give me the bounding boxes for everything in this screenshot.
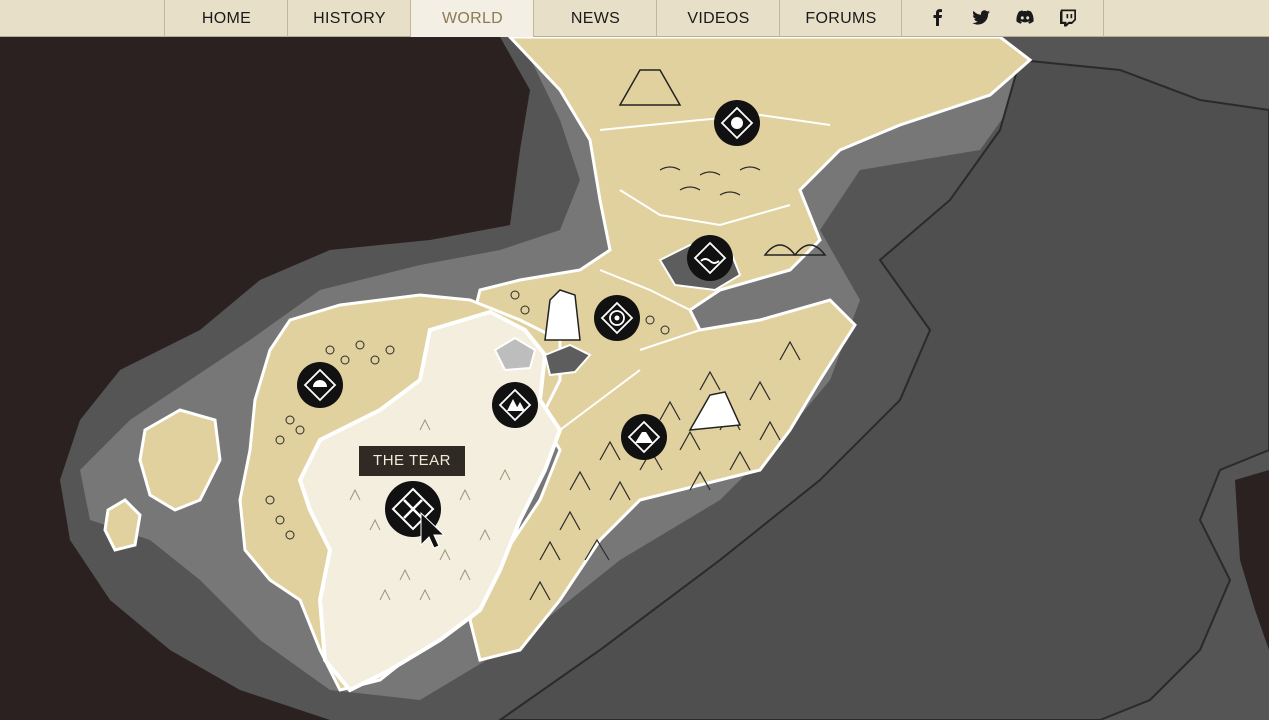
sun-marker[interactable] <box>297 362 343 408</box>
nav-forums[interactable]: FORUMS <box>779 0 902 37</box>
nav-history[interactable]: HISTORY <box>287 0 411 37</box>
social-links <box>901 0 1104 37</box>
mountain-marker[interactable] <box>492 382 538 428</box>
world-map[interactable] <box>0 0 1269 720</box>
twitch-icon[interactable] <box>1057 8 1079 28</box>
target-marker[interactable] <box>594 295 640 341</box>
nav-world[interactable]: WORLD <box>410 0 534 37</box>
top-navigation: HOME HISTORY WORLD NEWS VIDEOS FORUMS <box>0 0 1269 37</box>
wave-marker[interactable] <box>687 235 733 281</box>
diamond-dot-marker[interactable] <box>714 100 760 146</box>
discord-icon[interactable] <box>1014 8 1036 28</box>
nav-home[interactable]: HOME <box>164 0 288 37</box>
nav-videos[interactable]: VIDEOS <box>656 0 780 37</box>
location-tooltip: THE TEAR <box>359 446 465 476</box>
facebook-icon[interactable] <box>927 8 949 28</box>
nav-news[interactable]: NEWS <box>533 0 657 37</box>
volcano-marker[interactable] <box>621 414 667 460</box>
twitter-icon[interactable] <box>970 8 992 28</box>
